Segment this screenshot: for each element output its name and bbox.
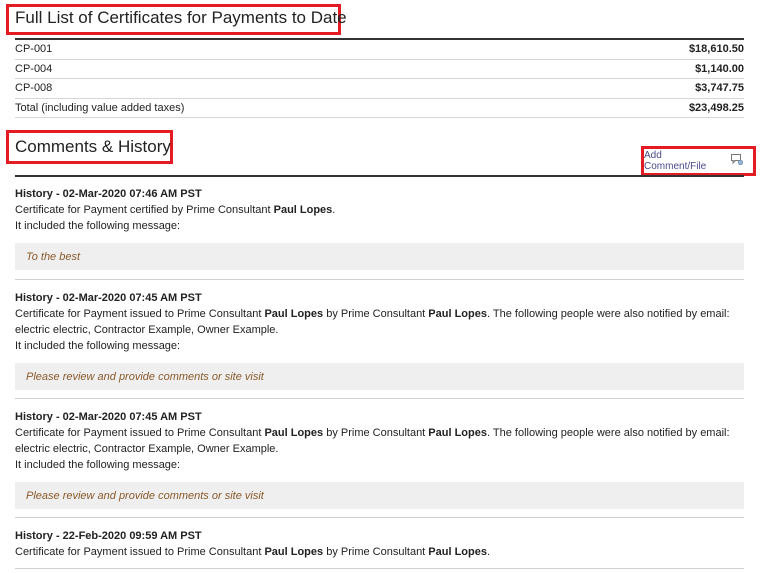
history-message: To the best [15, 243, 744, 270]
history-entry: History - 02-Mar-2020 07:45 AM PST Certi… [15, 290, 744, 390]
certificate-id[interactable]: CP-004 [15, 63, 52, 75]
certificate-row: CP-004 $1,140.00 [15, 60, 744, 79]
history-description: Certificate for Payment issued to Prime … [15, 308, 730, 336]
history-message-intro: It included the following message: [15, 340, 181, 352]
history-description: Certificate for Payment issued to Prime … [15, 546, 491, 558]
person-name: Paul Lopes [428, 427, 487, 439]
entry-divider [15, 568, 744, 569]
history-message-intro: It included the following message: [15, 220, 181, 232]
certificate-id[interactable]: CP-001 [15, 43, 52, 55]
certificate-row: CP-008 $3,747.75 [15, 79, 744, 99]
comment-add-icon [731, 154, 744, 168]
person-name: Paul Lopes [264, 427, 324, 439]
certificate-amount: $3,747.75 [695, 82, 744, 95]
history-entry: History - 22-Feb-2020 09:59 AM PST Certi… [15, 528, 744, 560]
history-description: Certificate for Payment issued to Prime … [15, 427, 730, 455]
entry-divider [15, 279, 744, 280]
history-description: Certificate for Payment certified by Pri… [15, 204, 336, 216]
history-entry: History - 02-Mar-2020 07:46 AM PST Certi… [15, 186, 744, 270]
history-message-intro: It included the following message: [15, 459, 181, 471]
certificate-id[interactable]: CP-008 [15, 82, 52, 94]
person-name: Paul Lopes [273, 204, 333, 216]
entry-divider [15, 398, 744, 399]
total-amount: $23,498.25 [688, 101, 744, 114]
add-comment-file-label: Add Comment/File [644, 150, 707, 172]
certificates-table: CP-001 $18,610.50 CP-004 $1,140.00 CP-00… [15, 38, 744, 118]
person-name: Paul Lopes [264, 546, 324, 558]
certificate-amount: $1,140.00 [695, 62, 744, 75]
certificates-heading: Full List of Certificates for Payments t… [15, 8, 347, 27]
person-name: Paul Lopes [264, 308, 324, 320]
comments-heading: Comments & History [15, 137, 171, 156]
certificate-total-row: Total (including value added taxes) $23,… [15, 99, 744, 118]
history-message: Please review and provide comments or si… [15, 482, 744, 509]
add-comment-file-button[interactable]: Add Comment/File [641, 146, 756, 176]
certificate-amount: $18,610.50 [688, 43, 744, 56]
history-message: Please review and provide comments or si… [15, 363, 744, 390]
certificate-row: CP-001 $18,610.50 [15, 40, 744, 60]
person-name: Paul Lopes [428, 546, 487, 558]
history-title: History - 22-Feb-2020 09:59 AM PST [15, 530, 202, 542]
history-title: History - 02-Mar-2020 07:46 AM PST [15, 188, 202, 200]
total-label: Total (including value added taxes) [15, 101, 185, 114]
history-title: History - 02-Mar-2020 07:45 AM PST [15, 411, 202, 423]
history-title: History - 02-Mar-2020 07:45 AM PST [15, 292, 202, 304]
history-entry: History - 02-Mar-2020 07:45 AM PST Certi… [15, 409, 744, 509]
comments-top-rule [15, 175, 744, 177]
person-name: Paul Lopes [428, 308, 487, 320]
entry-divider [15, 517, 744, 518]
